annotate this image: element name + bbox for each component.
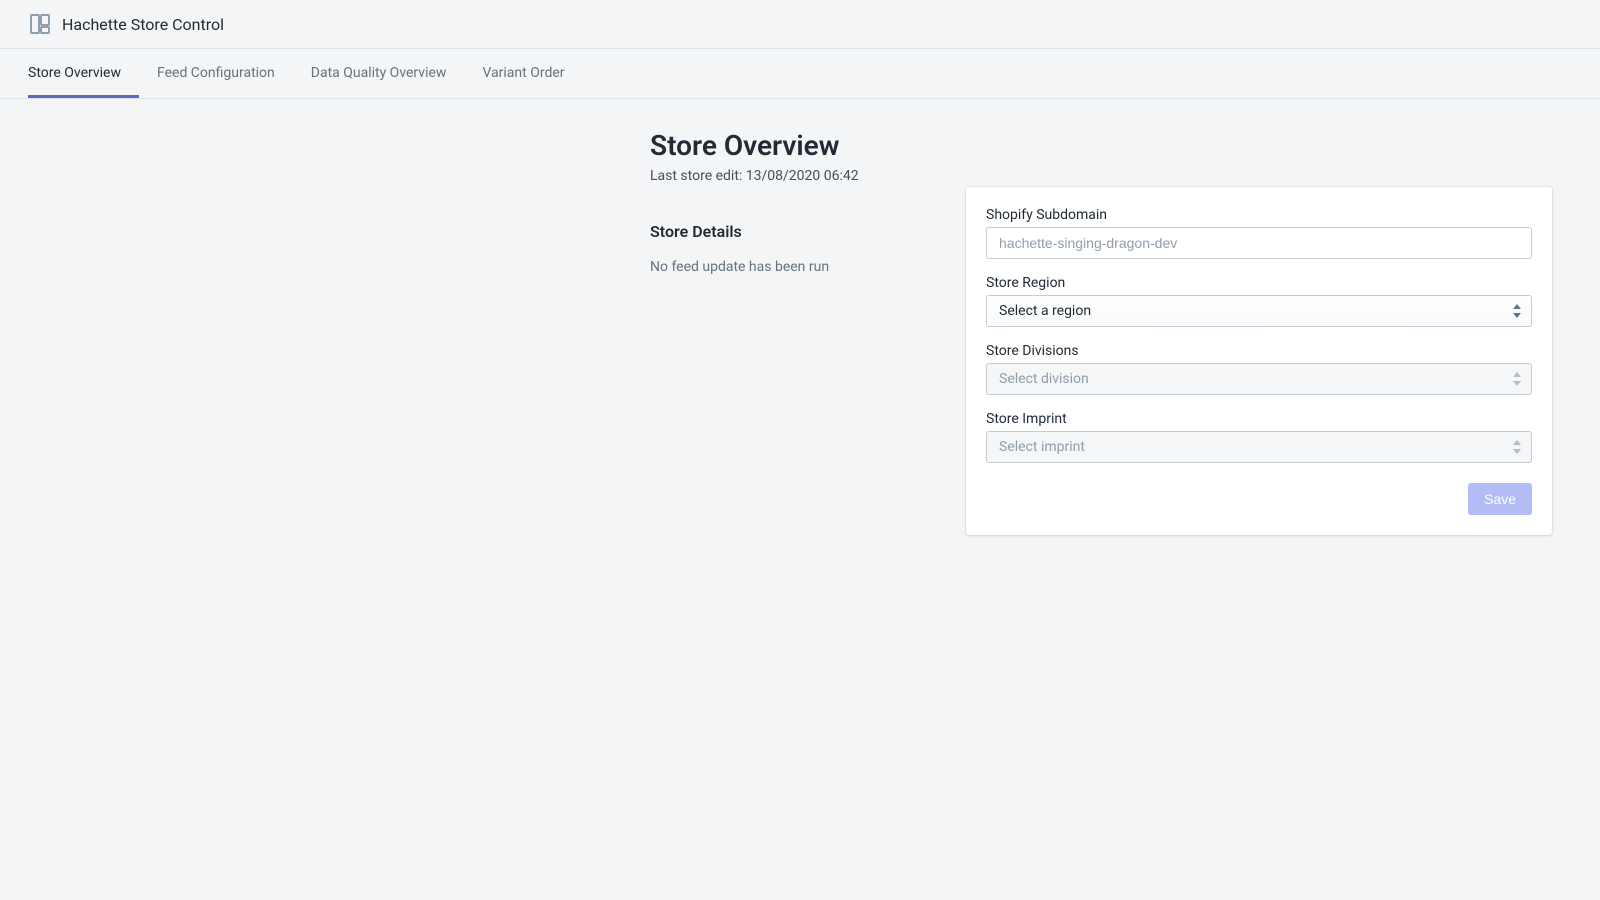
form-footer: Save bbox=[986, 483, 1532, 515]
tabs-nav: Store Overview Feed Configuration Data Q… bbox=[0, 49, 1600, 99]
tab-variant-order[interactable]: Variant Order bbox=[464, 49, 582, 98]
label-subdomain: Shopify Subdomain bbox=[986, 207, 1532, 223]
select-divisions[interactable]: Select division bbox=[986, 363, 1532, 395]
field-imprint: Store Imprint Select imprint bbox=[986, 411, 1532, 463]
store-details-heading: Store Details bbox=[650, 222, 948, 241]
select-imprint[interactable]: Select imprint bbox=[986, 431, 1532, 463]
overview-column: Store Overview Last store edit: 13/08/20… bbox=[650, 129, 948, 535]
store-form-card: Shopify Subdomain Store Region Select a … bbox=[966, 187, 1552, 535]
label-imprint: Store Imprint bbox=[986, 411, 1532, 427]
input-subdomain[interactable] bbox=[986, 227, 1532, 259]
field-divisions: Store Divisions Select division bbox=[986, 343, 1532, 395]
app-title: Hachette Store Control bbox=[62, 15, 224, 34]
store-details-text: No feed update has been run bbox=[650, 259, 948, 275]
left-spacer bbox=[48, 129, 632, 535]
tab-store-overview[interactable]: Store Overview bbox=[28, 49, 139, 98]
main-content: Store Overview Last store edit: 13/08/20… bbox=[20, 99, 1580, 565]
field-subdomain: Shopify Subdomain bbox=[986, 207, 1532, 259]
app-header: Hachette Store Control bbox=[0, 0, 1600, 49]
label-divisions: Store Divisions bbox=[986, 343, 1532, 359]
tab-feed-configuration[interactable]: Feed Configuration bbox=[139, 49, 293, 98]
logo-icon bbox=[28, 12, 52, 36]
page-subtitle: Last store edit: 13/08/2020 06:42 bbox=[650, 168, 948, 184]
form-column: Shopify Subdomain Store Region Select a … bbox=[966, 129, 1552, 535]
select-region[interactable]: Select a region bbox=[986, 295, 1532, 327]
label-region: Store Region bbox=[986, 275, 1532, 291]
page-title: Store Overview bbox=[650, 129, 948, 162]
field-region: Store Region Select a region bbox=[986, 275, 1532, 327]
save-button[interactable]: Save bbox=[1468, 483, 1532, 515]
tab-data-quality[interactable]: Data Quality Overview bbox=[293, 49, 465, 98]
